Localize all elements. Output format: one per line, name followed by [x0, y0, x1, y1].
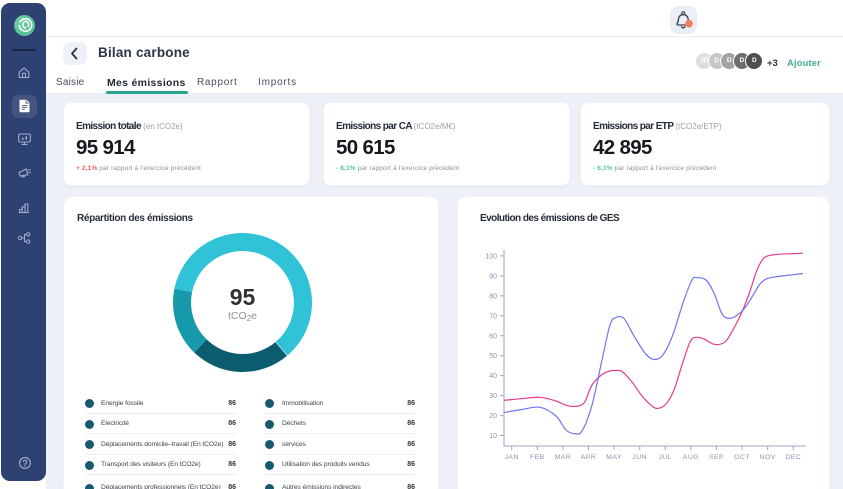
- svg-text:50: 50: [489, 353, 497, 360]
- svg-text:MAY: MAY: [606, 454, 622, 461]
- svg-text:MAR: MAR: [555, 454, 572, 461]
- svg-text:JUL: JUL: [659, 454, 673, 461]
- svg-text:80: 80: [489, 293, 497, 300]
- svg-text:40: 40: [489, 373, 497, 380]
- svg-text:10: 10: [489, 433, 497, 440]
- svg-text:NOV: NOV: [760, 454, 776, 461]
- svg-text:100: 100: [485, 253, 497, 260]
- svg-text:30: 30: [489, 393, 497, 400]
- svg-text:JUN: JUN: [632, 454, 647, 461]
- svg-text:APR: APR: [581, 454, 596, 461]
- svg-text:60: 60: [489, 333, 497, 340]
- svg-text:JAN: JAN: [505, 454, 519, 461]
- svg-text:90: 90: [489, 273, 497, 280]
- svg-text:OCT: OCT: [734, 454, 750, 461]
- svg-text:70: 70: [489, 313, 497, 320]
- svg-text:AUG: AUG: [683, 454, 699, 461]
- svg-text:DEC: DEC: [785, 454, 801, 461]
- svg-text:FEB: FEB: [530, 454, 545, 461]
- svg-text:SEP: SEP: [709, 454, 724, 461]
- svg-text:20: 20: [489, 413, 497, 420]
